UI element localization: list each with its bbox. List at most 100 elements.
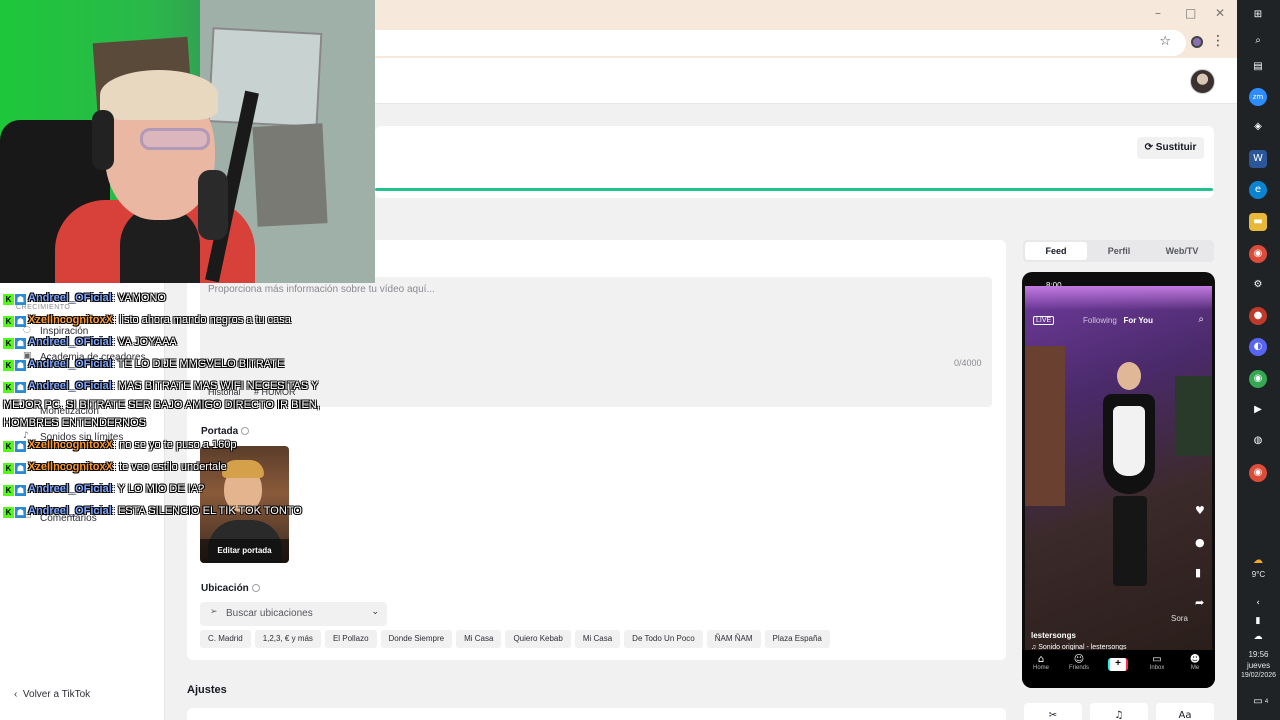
- minimize-button[interactable]: –: [1155, 6, 1161, 20]
- music-tool-button[interactable]: ♫: [1090, 703, 1148, 720]
- chat-username: Andreel_OFicial: [28, 380, 112, 392]
- word-app-icon[interactable]: W: [1249, 150, 1267, 168]
- chat-message: K ☗ XzeIlncognitoxX: no se yo te puso a 16…: [3, 439, 237, 452]
- account-avatar[interactable]: [1190, 69, 1215, 94]
- location-search-input[interactable]: ➢ Buscar ubicaciones ⌄: [200, 602, 387, 626]
- obs-app-icon[interactable]: ●: [1249, 307, 1267, 325]
- chat-message: K ☗ Andreel_OFicial: VAMONO: [3, 292, 166, 305]
- live-icon: LIVE: [1033, 316, 1055, 325]
- kick-badge-icon: K: [3, 294, 14, 305]
- chat-message: K ☗ Andreel_OFicial: ESTA SILENCIO EL TIK …: [3, 505, 302, 518]
- location-chip[interactable]: Mi Casa: [574, 630, 621, 648]
- zoom-app-icon[interactable]: zm: [1249, 88, 1267, 106]
- search-icon[interactable]: ⌕: [1249, 32, 1267, 50]
- chrome-browser-icon[interactable]: ◉: [1249, 464, 1267, 482]
- edge-browser-icon[interactable]: e: [1249, 181, 1267, 199]
- chat-username: Andreel_OFicial: [28, 336, 112, 348]
- cut-tool-button[interactable]: ✂: [1024, 703, 1082, 720]
- platform-badge-icon: ☗: [15, 485, 26, 496]
- chrome-profile-icon[interactable]: ◉: [1249, 370, 1267, 388]
- kick-badge-icon: K: [3, 360, 14, 371]
- chat-message: K ☗ Andreel_OFicial: MAS BITRATE MAS WIFI …: [3, 380, 318, 393]
- back-link-label: Volver a TikTok: [22, 689, 91, 700]
- location-chip[interactable]: Donde Siempre: [380, 630, 453, 648]
- info-icon[interactable]: [251, 584, 260, 593]
- location-label-text: Ubicación: [201, 583, 249, 594]
- chat-username: XzeIlncognitoxX: [28, 461, 113, 473]
- location-chip[interactable]: ÑAM ÑAM: [706, 630, 761, 648]
- video-username: lestersongs: [1031, 631, 1076, 640]
- streamer-glasses: [140, 128, 210, 150]
- kick-badge-icon: K: [3, 316, 14, 327]
- chat-text: : VA JOYAAA: [111, 336, 177, 348]
- steam-app-icon[interactable]: ◍: [1249, 432, 1267, 450]
- pinned-app-icon[interactable]: ▶: [1249, 401, 1267, 419]
- chat-message: K ☗ Andreel_OFicial: VA JOYAAA: [3, 336, 177, 349]
- location-chip[interactable]: Quiero Kebab: [505, 630, 571, 648]
- tab-feed[interactable]: Feed: [1025, 242, 1087, 260]
- location-chip[interactable]: 1,2,3, € y más: [254, 630, 321, 648]
- windows-taskbar: ⊞ ⌕ ▤ zm ◈ W e ▬ ◉ ⚙ ● ◐ ◉ ▶ ◍ ◉ ☁ 9°C ‹…: [1237, 0, 1280, 720]
- nav-friends: ☺ Friends: [1064, 654, 1094, 671]
- kick-badge-icon: K: [3, 507, 14, 518]
- location-chip[interactable]: El Pollazo: [324, 630, 377, 648]
- following-tab: Following: [1083, 316, 1117, 325]
- info-icon[interactable]: [241, 427, 250, 436]
- feed-tabs: Following For You: [1083, 316, 1153, 325]
- friends-icon: ☺: [1073, 654, 1085, 665]
- platform-badge-icon: ☗: [15, 507, 26, 518]
- cover-label-text: Portada: [201, 426, 239, 437]
- bookmark-star-icon[interactable]: ☆: [1159, 34, 1171, 49]
- like-icon: ♥: [1195, 504, 1205, 517]
- weather-icon[interactable]: ☁: [1249, 552, 1267, 570]
- clock-time[interactable]: 19:56: [1237, 650, 1280, 659]
- text-tool-button[interactable]: Aa: [1156, 703, 1214, 720]
- upload-progress-bar: [375, 188, 1213, 191]
- profile-icon: ☻: [1189, 654, 1201, 665]
- watermark: Sora: [1171, 614, 1188, 623]
- chrome-browser-icon[interactable]: ◉: [1249, 245, 1267, 263]
- platform-badge-icon: ☗: [15, 338, 26, 349]
- background-flag: [1175, 376, 1212, 456]
- clock-date: 19/02/2026: [1240, 672, 1277, 679]
- chat-message: K ☗ Andreel_OFicial: Y LO MIO DE IA?: [3, 483, 204, 496]
- location-chip[interactable]: Mi Casa: [456, 630, 502, 648]
- platform-badge-icon: ☗: [15, 316, 26, 327]
- chat-text: : te veo estilo undertale: [112, 461, 227, 473]
- chat-username: XzeIlncognitoxX: [28, 314, 113, 326]
- windows-start-icon[interactable]: ⊞: [1249, 6, 1267, 24]
- video-preview[interactable]: LIVE Following For You ⌕ ♥ ● ▮ ➦ Sora le…: [1025, 286, 1212, 651]
- nav-me-label: Me: [1190, 665, 1200, 671]
- tab-perfil[interactable]: Perfil: [1088, 242, 1150, 260]
- profile-extension-icon[interactable]: [1191, 36, 1203, 48]
- network-icon[interactable]: ☁: [1249, 628, 1267, 646]
- pinned-app-icon[interactable]: ◈: [1249, 118, 1267, 136]
- location-chip[interactable]: Plaza España: [764, 630, 830, 648]
- phone-nav-bar: ⌂ Home ☺ Friends + ▭ Inbox ☻ Me: [1022, 650, 1215, 688]
- location-chip[interactable]: C. Madrid: [200, 630, 251, 648]
- chat-text: : MAS BITRATE MAS WIFI NECESITAS Y: [111, 380, 319, 392]
- file-explorer-icon[interactable]: ▬: [1249, 213, 1267, 231]
- nav-me: ☻ Me: [1180, 654, 1210, 671]
- nav-inbox-label: Inbox: [1149, 665, 1165, 671]
- character-counter: 0/4000: [954, 358, 982, 368]
- location-chip[interactable]: De Todo Un Poco: [624, 630, 703, 648]
- platform-badge-icon: ☗: [15, 360, 26, 371]
- chat-text: : no se yo te puso a 160p: [112, 439, 237, 451]
- discord-app-icon[interactable]: ◐: [1249, 338, 1267, 356]
- description-input[interactable]: [200, 277, 992, 407]
- browser-menu-icon[interactable]: ⋮: [1211, 33, 1225, 49]
- back-to-tiktok-link[interactable]: ‹ Volver a TikTok: [14, 689, 90, 700]
- weather-temperature: 9°C: [1251, 570, 1266, 579]
- replace-video-button[interactable]: ⟳ Sustituir: [1137, 137, 1204, 159]
- tab-web-tv[interactable]: Web/TV: [1151, 242, 1213, 260]
- bookmark-icon: ▮: [1195, 566, 1202, 579]
- settings-gear-icon[interactable]: ⚙: [1249, 276, 1267, 294]
- maximize-button[interactable]: □: [1185, 6, 1196, 20]
- headset: [92, 110, 114, 170]
- close-window-button[interactable]: ✕: [1215, 6, 1225, 20]
- edit-cover-button[interactable]: Editar portada: [200, 539, 289, 563]
- task-view-icon[interactable]: ▤: [1249, 58, 1267, 76]
- chevron-up-icon[interactable]: ‹: [1249, 594, 1267, 612]
- inbox-icon: ▭: [1152, 654, 1162, 665]
